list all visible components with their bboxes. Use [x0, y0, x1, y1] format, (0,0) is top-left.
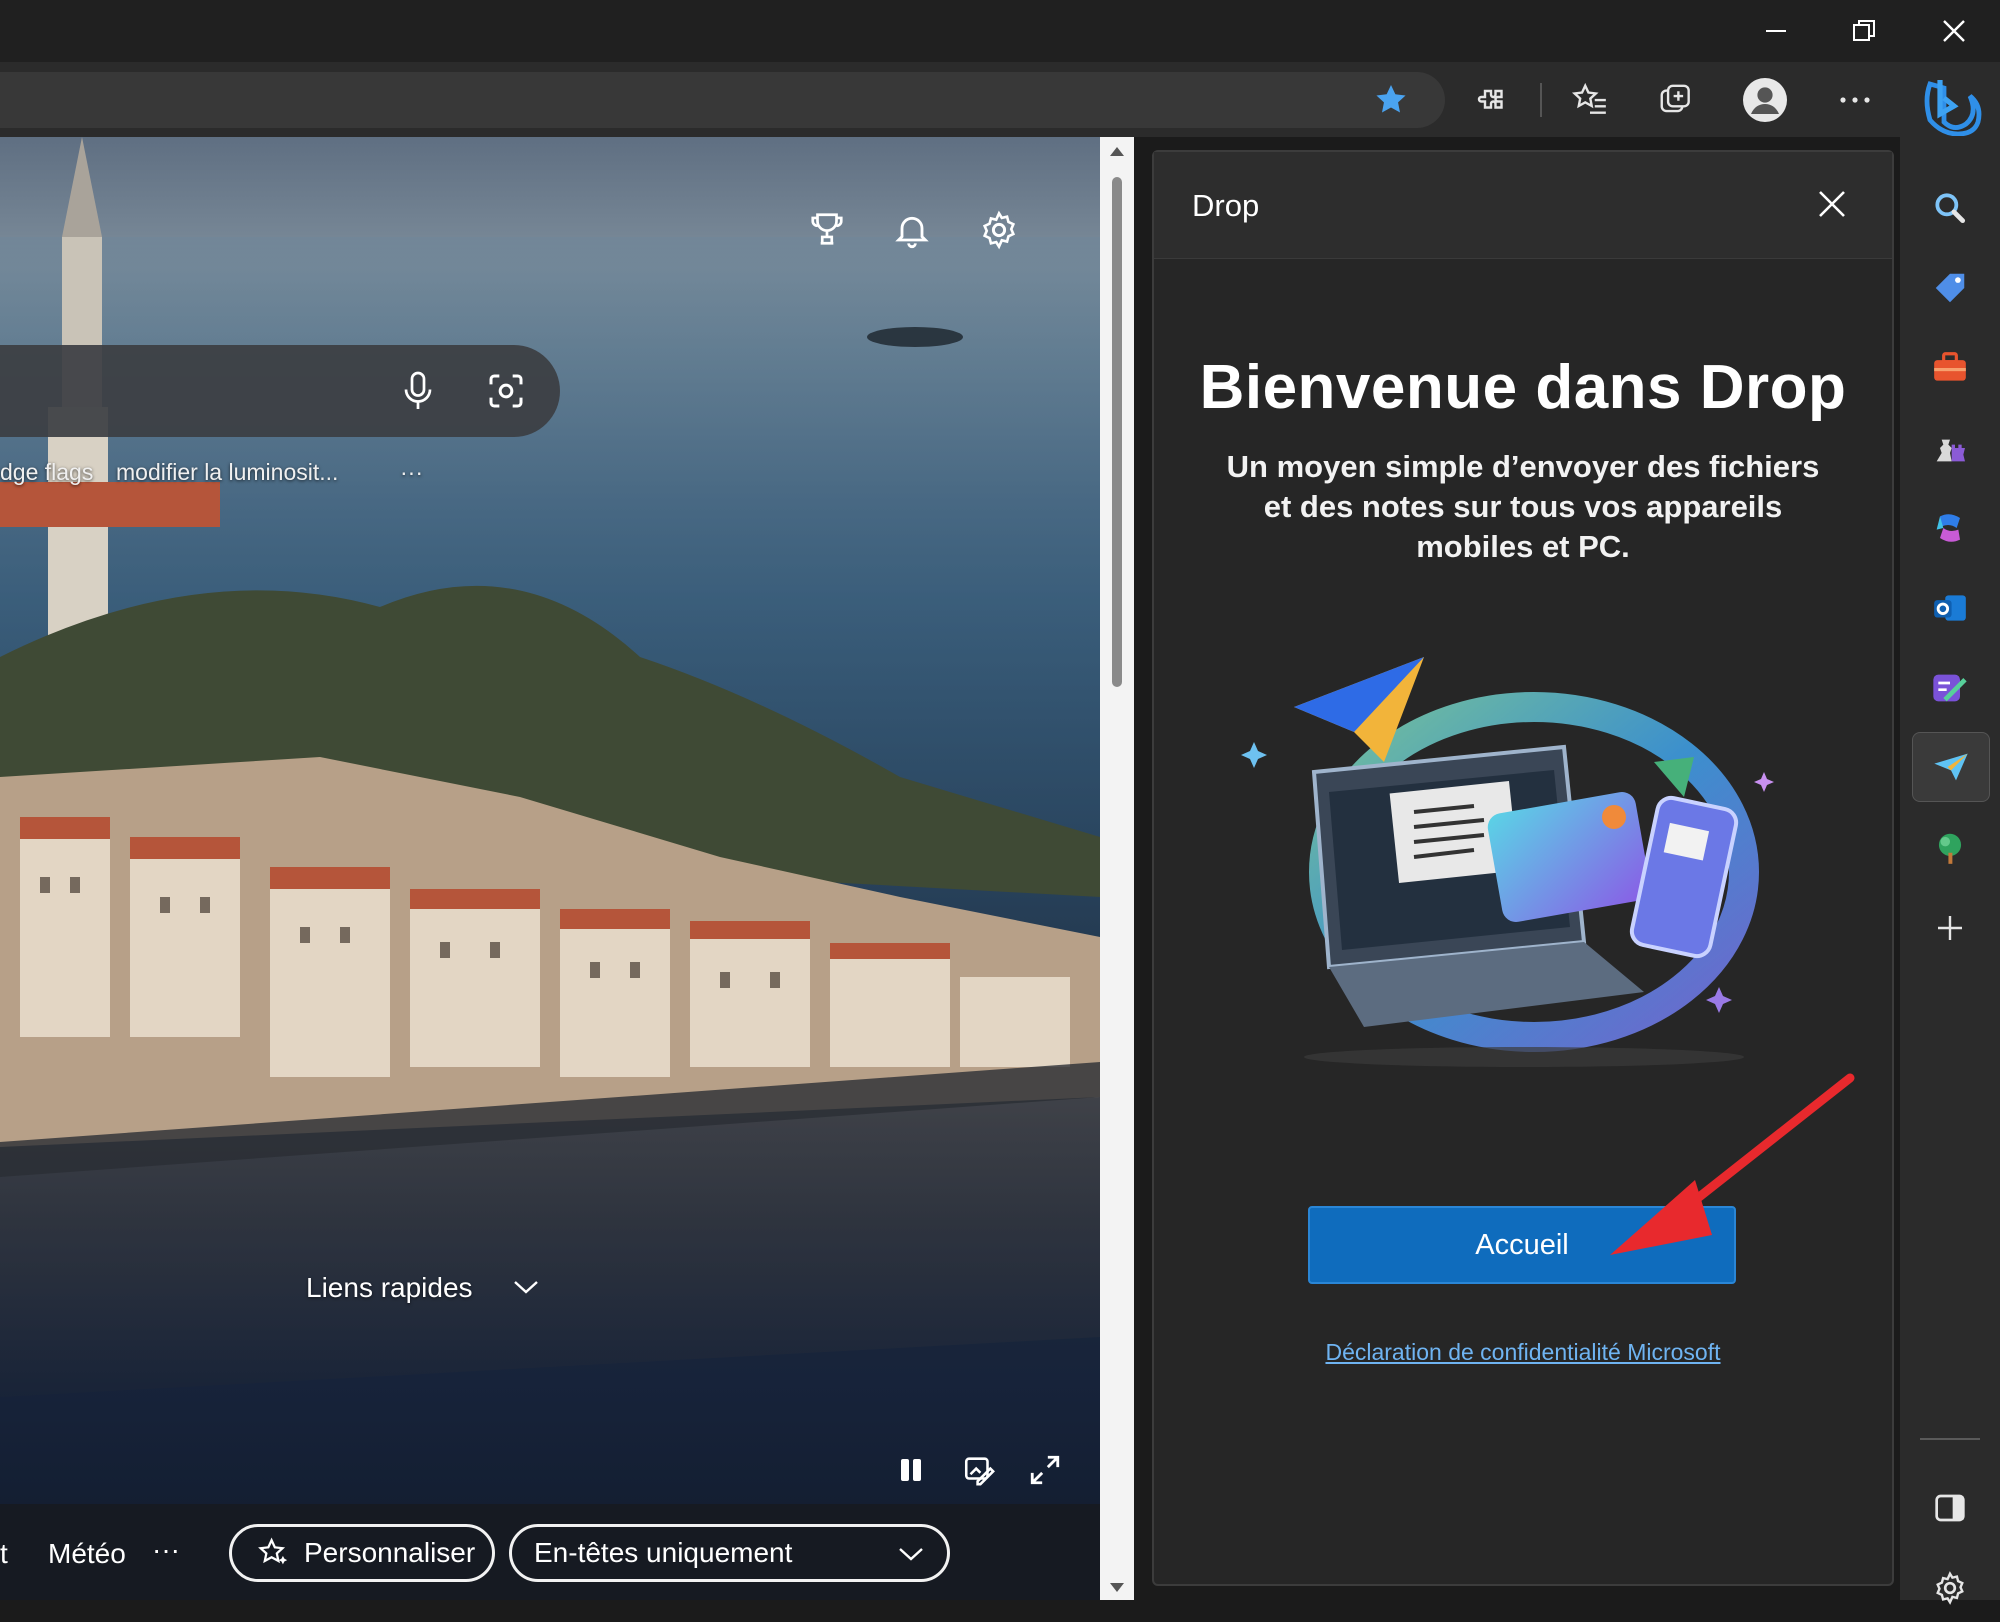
games-icon[interactable]	[1912, 414, 1988, 482]
image-edit-icon[interactable]	[962, 1453, 996, 1487]
search-box[interactable]	[0, 345, 560, 437]
rewards-trophy-icon[interactable]	[808, 209, 846, 249]
toolbar-separator	[1540, 83, 1542, 117]
personalize-label: Personnaliser	[304, 1537, 476, 1568]
favorites-icon[interactable]	[1562, 72, 1618, 128]
pane-header: Drop	[1154, 152, 1892, 259]
restore-icon[interactable]	[1828, 8, 1900, 54]
hide-sidebar-icon[interactable]	[1912, 1474, 1988, 1542]
tree-icon[interactable]	[1912, 814, 1988, 882]
search-icon[interactable]	[1912, 174, 1988, 242]
layout-select[interactable]: En-têtes uniquement	[509, 1524, 950, 1582]
pause-icon[interactable]	[896, 1455, 926, 1485]
scroll-thumb[interactable]	[1112, 177, 1122, 687]
personalize-button[interactable]: Personnaliser	[229, 1524, 495, 1582]
notifications-bell-icon[interactable]	[892, 209, 932, 251]
scroll-down-icon[interactable]	[1109, 1582, 1125, 1594]
chevron-down-icon[interactable]	[512, 1277, 540, 1297]
settings-gear-icon[interactable]	[978, 209, 1020, 251]
quick-search-more[interactable]: ···	[400, 459, 423, 486]
title-bar	[0, 0, 2000, 62]
new-tab-page: dge flags modifier la luminosit... ··· L…	[0, 137, 1100, 1600]
annotation-arrow	[1610, 1073, 1855, 1255]
collections-icon[interactable]	[1648, 72, 1704, 128]
favorite-star-icon[interactable]	[1363, 72, 1419, 128]
copilot-icon[interactable]	[1912, 494, 1988, 562]
sidebar-divider	[1920, 1438, 1980, 1440]
edge-sidebar	[1900, 62, 2000, 1605]
quick-search-item[interactable]: modifier la luminosit...	[116, 459, 338, 486]
tools-briefcase-icon[interactable]	[1912, 334, 1988, 402]
designer-icon[interactable]	[1912, 654, 1988, 722]
sidebar-settings-icon[interactable]	[1912, 1554, 1988, 1622]
pane-title: Drop	[1192, 188, 1260, 223]
address-bar[interactable]	[0, 72, 1445, 128]
chevron-down-icon	[897, 1545, 925, 1565]
expand-icon[interactable]	[1028, 1453, 1062, 1487]
more-icon[interactable]	[1827, 72, 1883, 128]
shopping-tag-icon[interactable]	[1912, 254, 1988, 322]
browser-toolbar	[0, 62, 1900, 137]
sparkle-star-icon	[256, 1536, 290, 1570]
drop-icon[interactable]	[1912, 732, 1990, 802]
outlook-icon[interactable]	[1912, 574, 1988, 642]
quick-search-item[interactable]: dge flags	[0, 459, 93, 486]
drop-illustration	[1241, 657, 1774, 1067]
visual-search-icon[interactable]	[486, 371, 526, 411]
add-icon[interactable]	[1912, 894, 1988, 962]
close-icon[interactable]	[1918, 8, 1990, 54]
extensions-icon[interactable]	[1463, 72, 1519, 128]
nav-item-partial[interactable]: t	[0, 1538, 8, 1570]
welcome-subtitle: Un moyen simple d’envoyer des fichiers e…	[1226, 449, 1820, 564]
microphone-icon[interactable]	[400, 369, 436, 413]
nav-more[interactable]: ···	[152, 1534, 180, 1566]
nav-item-meteo[interactable]: Météo	[48, 1538, 126, 1570]
pane-close-icon[interactable]	[1814, 186, 1850, 222]
quick-links-label[interactable]: Liens rapides	[306, 1272, 473, 1304]
page-scrollbar[interactable]	[1100, 137, 1134, 1600]
welcome-title: Bienvenue dans Drop	[1199, 353, 1847, 422]
minimize-icon[interactable]	[1740, 8, 1812, 54]
scroll-up-icon[interactable]	[1109, 145, 1125, 157]
layout-select-value: En-têtes uniquement	[534, 1537, 793, 1568]
bing-icon[interactable]	[1912, 72, 1988, 140]
drop-pane: Drop Bienvenue dans Drop Un moyen simple…	[1152, 150, 1894, 1586]
profile-icon[interactable]	[1737, 72, 1793, 128]
privacy-statement-link[interactable]: Déclaration de confidentialité Microsoft	[1154, 1339, 1892, 1366]
